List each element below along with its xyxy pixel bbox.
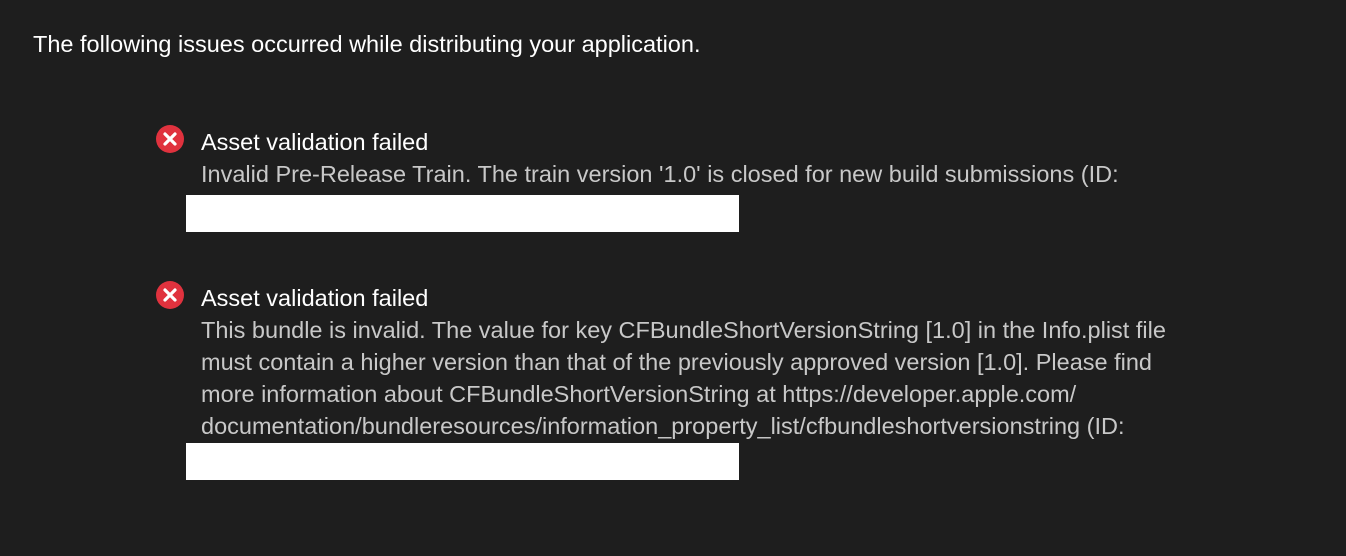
redacted-id-block xyxy=(186,195,739,232)
redacted-id-block xyxy=(186,443,739,480)
issue-body: Asset validation failed Invalid Pre-Rele… xyxy=(201,126,1330,190)
error-icon xyxy=(156,281,184,309)
issue-message-line: Invalid Pre-Release Train. The train ver… xyxy=(201,161,1119,187)
issue-message-line: must contain a higher version than that … xyxy=(201,349,1153,375)
page-heading: The following issues occurred while dist… xyxy=(33,31,701,57)
issue-message[interactable]: This bundle is invalid. The value for ke… xyxy=(201,314,1330,442)
issue-body: Asset validation failed This bundle is i… xyxy=(201,282,1330,442)
issue-message-line: more information about CFBundleShortVers… xyxy=(201,381,1077,407)
issue-title: Asset validation failed xyxy=(201,285,429,311)
error-icon xyxy=(156,125,184,153)
issue-message[interactable]: Invalid Pre-Release Train. The train ver… xyxy=(201,158,1330,190)
issue-message-line: This bundle is invalid. The value for ke… xyxy=(201,317,1166,343)
issue-title: Asset validation failed xyxy=(201,129,429,155)
issue-message-line: documentation/bundleresources/informatio… xyxy=(201,413,1125,439)
